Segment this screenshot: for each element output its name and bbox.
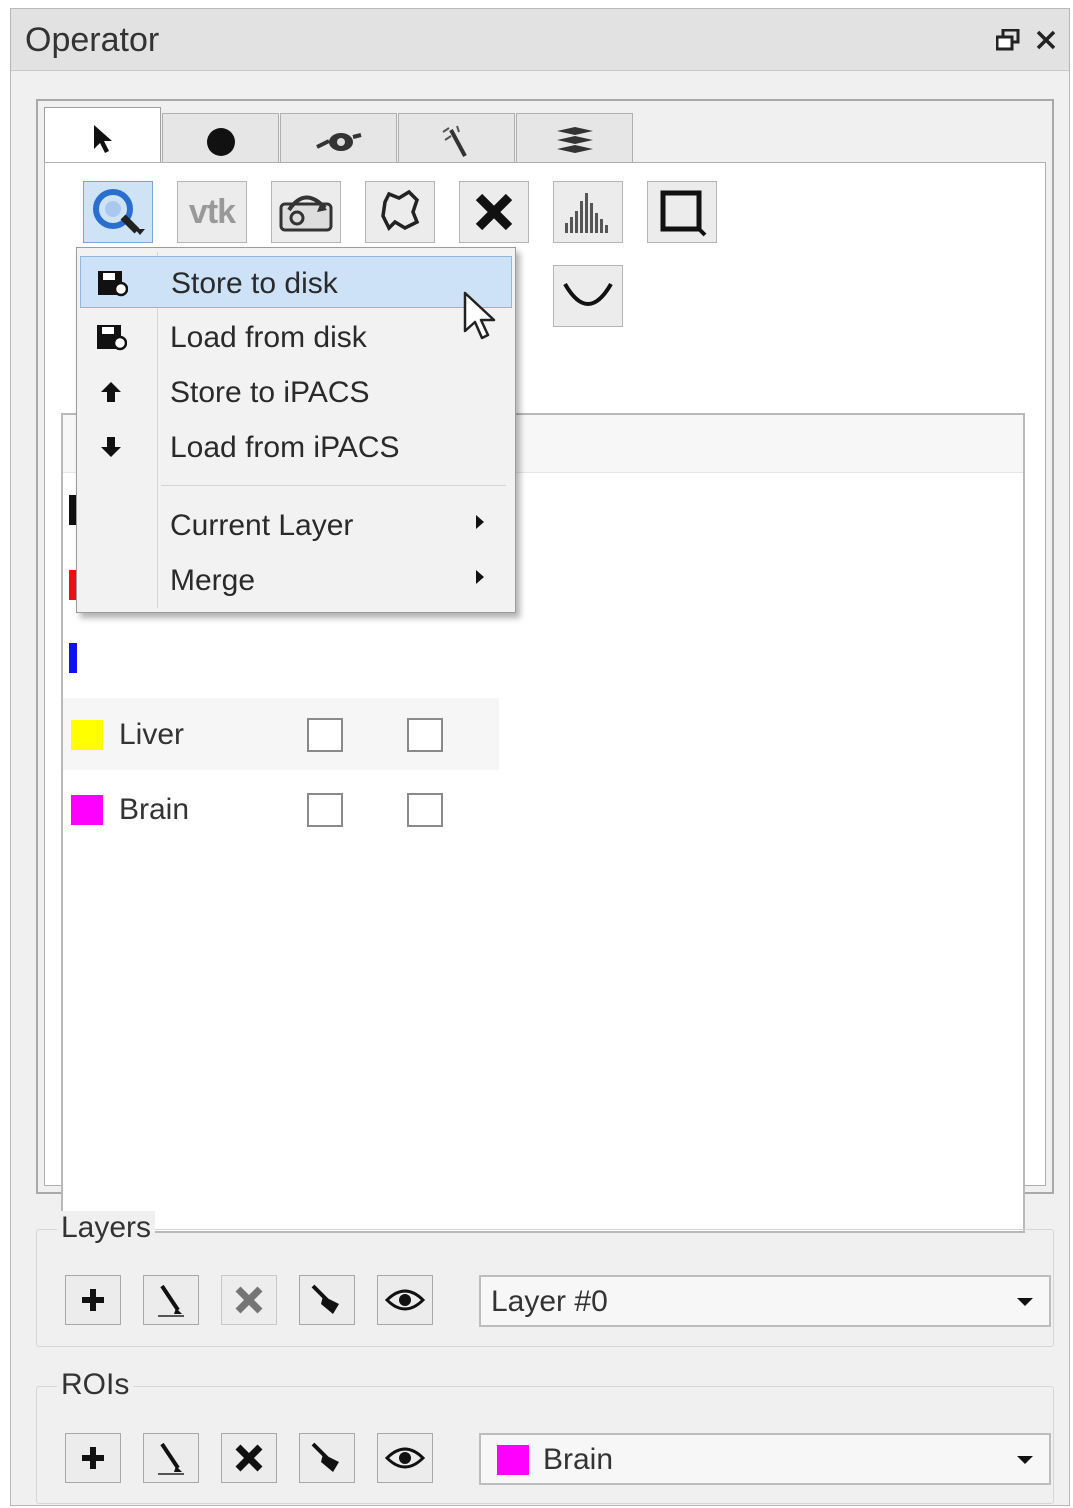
menu-item-store-to-disk[interactable]: Store to disk	[80, 256, 512, 308]
tab-wand[interactable]	[398, 113, 515, 169]
toggle-roi-visibility-button[interactable]	[377, 1433, 433, 1483]
window-title: Operator	[25, 21, 160, 59]
curve-button[interactable]	[553, 265, 623, 327]
broom-icon	[311, 1442, 339, 1472]
menu-item-label: Load from disk	[170, 321, 367, 354]
remove-layer-button[interactable]	[221, 1275, 277, 1325]
floppy-disk-icon	[94, 323, 128, 351]
pointer-arrow-icon	[93, 124, 112, 153]
square-outline-icon	[660, 190, 707, 237]
close-icon[interactable]	[1031, 25, 1061, 55]
add-layer-button[interactable]	[65, 1275, 121, 1325]
tab-paint[interactable]	[162, 113, 279, 169]
curve-icon	[563, 282, 613, 306]
layer-select[interactable]: Layer #0	[479, 1275, 1051, 1327]
vtk-icon: vtk	[188, 192, 236, 231]
layers-group-title: Layers	[57, 1211, 156, 1245]
magic-wand-icon	[441, 125, 467, 157]
add-icon	[82, 1289, 104, 1311]
menu-separator	[161, 485, 506, 486]
mouse-cursor-icon	[463, 291, 496, 340]
floppy-disk-icon	[95, 269, 129, 297]
roi-select-value: Brain	[543, 1443, 614, 1476]
histogram-button[interactable]	[553, 181, 623, 243]
rois-group: Brain	[36, 1386, 1054, 1504]
delete-button[interactable]	[459, 181, 529, 243]
menu-item-label: Load from iPACS	[170, 431, 400, 464]
remove-x-icon	[235, 1286, 263, 1314]
chevron-down-icon	[1015, 1295, 1035, 1313]
color-swatch	[71, 720, 103, 750]
eye-icon	[385, 1447, 425, 1469]
menu-item-load-from-disk[interactable]: Load from disk	[80, 311, 512, 363]
add-icon	[82, 1447, 104, 1469]
menu-item-merge[interactable]: Merge	[80, 554, 512, 606]
menu-item-label: Merge	[170, 564, 256, 597]
crop-square-button[interactable]	[647, 181, 717, 243]
segmentation-menu-icon	[93, 189, 145, 235]
tab-select[interactable]	[44, 107, 161, 169]
delete-x-icon	[475, 193, 513, 231]
arrow-up-icon	[94, 378, 128, 406]
roi-color-swatch	[497, 1445, 529, 1475]
chevron-down-icon	[1015, 1453, 1035, 1471]
submenu-arrow-icon	[474, 513, 486, 536]
menu-item-label: Store to disk	[171, 267, 338, 300]
menu-item-current-layer[interactable]: Current Layer	[80, 499, 512, 551]
toggle-layer-visibility-button[interactable]	[377, 1275, 433, 1325]
layers-group: Layer #0	[36, 1229, 1054, 1347]
disk-sync-icon	[279, 195, 333, 232]
histogram-icon	[565, 193, 608, 233]
segment-checkbox-b[interactable]	[407, 718, 443, 752]
segmentation-menu-button[interactable]	[83, 181, 153, 243]
stack-layers-icon	[556, 126, 593, 153]
tab-region[interactable]	[280, 113, 397, 169]
eye-icon	[385, 1289, 425, 1311]
submenu-arrow-icon	[474, 568, 486, 591]
segment-row-liver[interactable]: Liver	[63, 698, 499, 770]
segment-checkbox-a[interactable]	[307, 793, 343, 827]
menu-item-load-from-ipacs[interactable]: Load from iPACS	[80, 421, 512, 473]
clear-layer-button[interactable]	[299, 1275, 355, 1325]
add-roi-button[interactable]	[65, 1433, 121, 1483]
tab-bar	[44, 107, 634, 169]
rois-group-title: ROIs	[57, 1368, 134, 1402]
eye-drop-icon	[315, 132, 361, 151]
segment-name: Brain	[119, 793, 190, 826]
edit-roi-button[interactable]	[143, 1433, 199, 1483]
clear-roi-button[interactable]	[299, 1433, 355, 1483]
segment-color-stub	[69, 643, 77, 673]
edit-pencil-icon	[158, 1284, 184, 1317]
tab-layers[interactable]	[516, 113, 633, 169]
operator-panel: Operator vtk Liver Brain Store to disk L…	[10, 8, 1070, 1506]
segment-checkbox-b[interactable]	[407, 793, 443, 827]
lasso-icon	[381, 189, 420, 231]
edit-pencil-icon	[158, 1442, 184, 1475]
arrow-down-icon	[94, 433, 128, 461]
broom-icon	[311, 1284, 339, 1314]
title-bar: Operator	[11, 9, 1069, 71]
vtk-button[interactable]: vtk	[177, 181, 247, 243]
segment-name: Liver	[119, 718, 185, 751]
edit-layer-button[interactable]	[143, 1275, 199, 1325]
float-window-icon[interactable]	[993, 25, 1023, 55]
remove-roi-button[interactable]	[221, 1433, 277, 1483]
layer-select-value: Layer #0	[491, 1285, 608, 1318]
segment-row-brain[interactable]: Brain	[63, 773, 499, 845]
segment-checkbox-a[interactable]	[307, 718, 343, 752]
filled-circle-icon	[206, 127, 235, 156]
menu-item-label: Current Layer	[170, 509, 354, 542]
menu-item-label: Store to iPACS	[170, 376, 370, 409]
color-swatch	[71, 795, 103, 825]
roi-select[interactable]: Brain	[479, 1433, 1051, 1485]
disk-sync-button[interactable]	[271, 181, 341, 243]
menu-item-store-to-ipacs[interactable]: Store to iPACS	[80, 366, 512, 418]
segmentation-context-menu: Store to disk Load from disk Store to iP…	[76, 247, 516, 613]
remove-x-icon	[235, 1444, 263, 1472]
lasso-button[interactable]	[365, 181, 435, 243]
